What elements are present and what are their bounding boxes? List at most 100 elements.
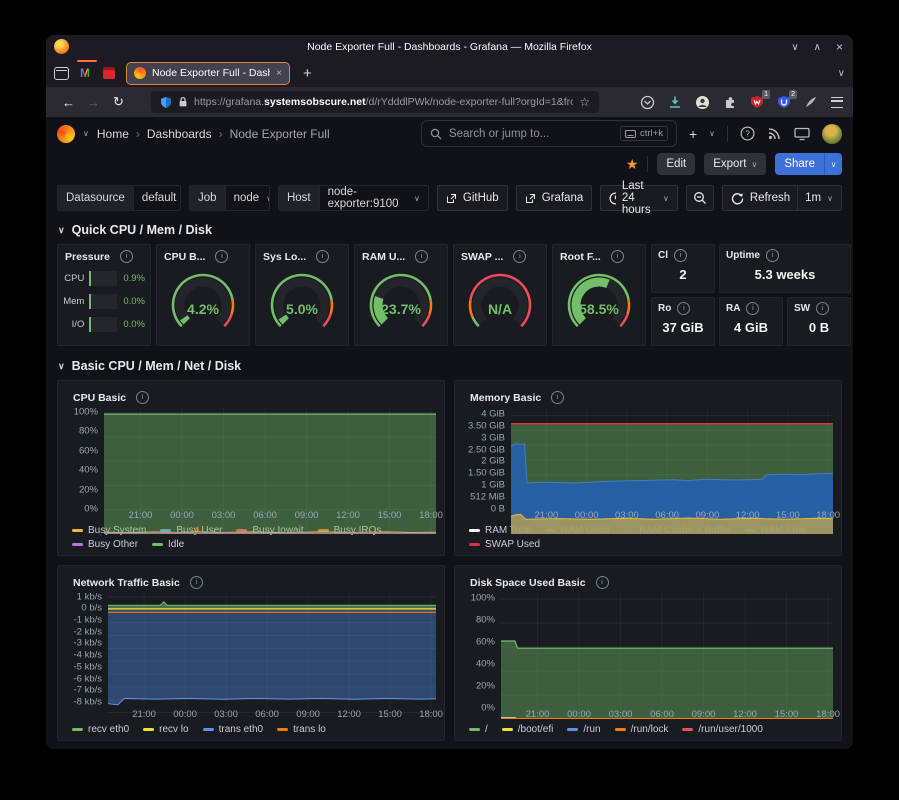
search-input[interactable]: Search or jump to... ctrl+k — [421, 120, 677, 147]
plot-area[interactable] — [511, 408, 833, 509]
user-avatar[interactable] — [822, 124, 842, 144]
grafana-link-button[interactable]: Grafana — [516, 185, 593, 211]
legend-item[interactable]: recv eth0 — [72, 724, 129, 735]
info-icon[interactable]: i — [596, 576, 609, 589]
export-button[interactable]: Export∨ — [704, 153, 766, 175]
y-tick-label: -4 kb/s — [73, 650, 102, 661]
legend-item[interactable]: Busy Other — [72, 539, 138, 550]
panel-title[interactable]: RAM U... — [362, 251, 405, 263]
list-all-tabs-icon[interactable]: ∨ — [838, 68, 845, 79]
legend-item[interactable]: / — [469, 724, 488, 735]
legend-item[interactable]: /run/lock — [615, 724, 669, 735]
info-icon[interactable]: i — [766, 249, 779, 262]
refresh-interval[interactable]: 1m — [805, 192, 821, 204]
panel-title[interactable]: Network Traffic Basic — [73, 577, 180, 589]
legend-item[interactable]: trans eth0 — [203, 724, 263, 735]
help-icon[interactable]: ? — [740, 126, 755, 141]
pinned-tab-gmail[interactable]: M — [78, 59, 92, 87]
info-icon[interactable]: i — [816, 302, 829, 315]
variable-host[interactable]: Host node-exporter:9100∨ — [278, 185, 429, 211]
maximize-button[interactable]: ∧ — [814, 42, 821, 53]
panel-title[interactable]: CPU B... — [164, 251, 205, 263]
panel-title[interactable]: Disk Space Used Basic — [470, 577, 586, 589]
info-icon[interactable]: i — [551, 391, 564, 404]
x-tick-label: 12:00 — [336, 510, 360, 521]
active-tab[interactable]: Node Exporter Full - Dashbo × — [126, 62, 290, 85]
legend-item[interactable]: /run — [567, 724, 600, 735]
panel-title[interactable]: Pressure — [65, 251, 110, 263]
info-icon[interactable]: i — [136, 391, 149, 404]
pocket-icon[interactable] — [640, 95, 655, 110]
lock-icon[interactable] — [178, 96, 188, 108]
panel-title[interactable]: CPU Basic — [73, 392, 126, 404]
extension-blue-icon[interactable]: 2 — [777, 95, 791, 109]
bookmark-star-icon[interactable]: ☆ — [579, 95, 590, 109]
panel-title[interactable]: Memory Basic — [470, 392, 541, 404]
monitor-icon[interactable] — [794, 127, 810, 141]
info-icon[interactable]: i — [513, 250, 526, 263]
breadcrumb-dashboards[interactable]: Dashboards — [147, 127, 212, 141]
breadcrumb-home[interactable]: Home — [97, 127, 129, 141]
download-icon[interactable] — [668, 95, 682, 109]
info-icon[interactable]: i — [120, 250, 133, 263]
pinned-tab-2[interactable] — [101, 59, 117, 87]
info-icon[interactable]: i — [611, 250, 624, 263]
info-icon[interactable]: i — [677, 302, 690, 315]
info-icon[interactable]: i — [415, 250, 428, 263]
legend-item[interactable]: /run/user/1000 — [682, 724, 763, 735]
minimize-button[interactable]: ∨ — [791, 42, 798, 53]
news-rss-icon[interactable] — [767, 126, 782, 141]
url-text[interactable]: https://grafana.systemsobscure.net/d/rYd… — [194, 96, 573, 108]
info-icon[interactable]: i — [316, 250, 329, 263]
account-icon[interactable] — [695, 95, 710, 110]
legend-item[interactable]: /boot/efi — [502, 724, 554, 735]
legend: recv eth0 recv lo trans eth0 trans lo — [66, 721, 436, 736]
grafana-logo-icon[interactable] — [57, 125, 75, 143]
section-basic[interactable]: ∨ Basic CPU / Mem / Net / Disk — [46, 352, 853, 377]
github-link-button[interactable]: GitHub — [437, 185, 508, 211]
menu-hamburger-icon[interactable] — [831, 97, 843, 108]
panel-title[interactable]: SWAP ... — [461, 251, 503, 263]
legend-swatch — [682, 728, 693, 731]
tracking-shield-icon[interactable] — [160, 96, 172, 109]
back-button[interactable]: ← — [56, 95, 81, 110]
edit-button[interactable]: Edit — [657, 153, 695, 175]
favorite-star-icon[interactable]: ★ — [626, 156, 639, 173]
legend-item[interactable]: Idle — [152, 539, 184, 550]
legend-item[interactable]: SWAP Used — [469, 539, 540, 550]
plot-area[interactable] — [108, 593, 436, 708]
zoom-out-button[interactable] — [686, 185, 714, 211]
info-icon[interactable]: i — [674, 249, 687, 262]
section-quick-cpu[interactable]: ∨ Quick CPU / Mem / Disk — [46, 216, 853, 241]
share-menu-caret[interactable]: ∨ — [824, 153, 842, 175]
panel-title[interactable]: Sys Lo... — [263, 251, 306, 263]
legend-item[interactable]: trans lo — [277, 724, 326, 735]
extension-red-icon[interactable]: 1 — [750, 95, 764, 109]
url-bar[interactable]: https://grafana.systemsobscure.net/d/rYd… — [151, 91, 599, 113]
panel-title[interactable]: Root F... — [560, 251, 601, 263]
add-button[interactable]: + — [689, 126, 697, 142]
close-button[interactable]: × — [836, 40, 843, 54]
plot-area[interactable] — [104, 408, 436, 509]
firefox-view-icon[interactable] — [54, 67, 69, 80]
new-tab-button[interactable]: + — [303, 65, 312, 82]
chevron-down-icon[interactable]: ∨ — [83, 129, 89, 138]
forward-button[interactable]: → — [81, 95, 106, 110]
titlebar[interactable]: Node Exporter Full - Dashboards - Grafan… — [46, 35, 853, 59]
chevron-down-icon[interactable]: ∨ — [709, 129, 715, 138]
y-axis: 4 GiB3.50 GiB3 GiB2.50 GiB2 GiB1.50 GiB1… — [463, 408, 511, 509]
info-icon[interactable]: i — [746, 302, 759, 315]
extensions-puzzle-icon[interactable] — [723, 95, 737, 109]
tab-close-icon[interactable]: × — [276, 68, 282, 79]
plot-area[interactable] — [501, 593, 833, 708]
variable-datasource[interactable]: Datasource default∨ — [57, 185, 181, 211]
variable-job[interactable]: Job node∨ — [189, 185, 270, 211]
reload-button[interactable]: ↻ — [106, 94, 131, 110]
refresh-button[interactable]: Refresh1m∨ — [722, 185, 842, 211]
share-button[interactable]: Share ∨ — [775, 153, 842, 175]
quill-extension-icon[interactable] — [804, 95, 818, 109]
time-range-picker[interactable]: Last 24 hours∨ — [600, 185, 678, 211]
legend-item[interactable]: recv lo — [143, 724, 188, 735]
info-icon[interactable]: i — [190, 576, 203, 589]
info-icon[interactable]: i — [215, 250, 228, 263]
